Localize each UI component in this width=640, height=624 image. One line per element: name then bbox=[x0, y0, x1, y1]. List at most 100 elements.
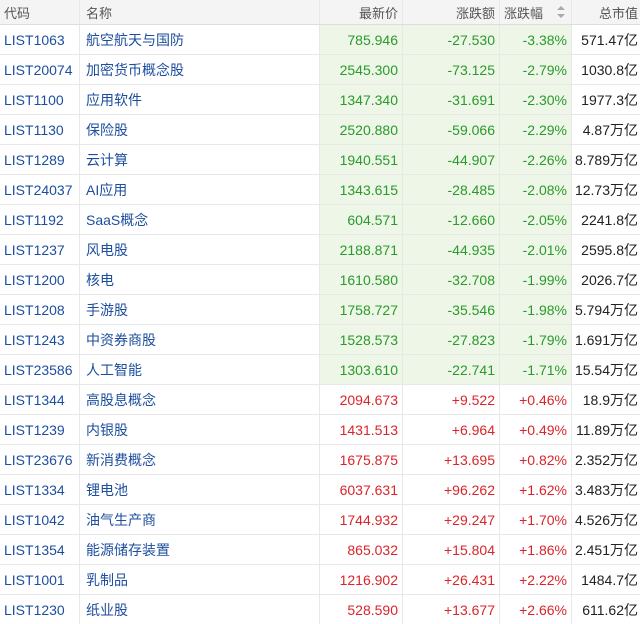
cell-cap: 571.47亿 bbox=[581, 31, 638, 48]
cell-change: +6.964 bbox=[403, 415, 500, 444]
table-row[interactable]: LIST1208 手游股 1758.727 -35.546 -1.98% 5.794万亿 bbox=[0, 295, 640, 325]
table-row[interactable]: LIST1354 能源储存装置 865.032 +15.804 +1.86% 2.451万… bbox=[0, 535, 640, 565]
cell-price: 1528.573 bbox=[320, 325, 403, 354]
table-row[interactable]: LIST23586 人工智能 1303.610 -22.741 -1.71% 15.54万… bbox=[0, 355, 640, 385]
cell-name[interactable]: 能源储存装置 bbox=[80, 535, 320, 564]
cell-name[interactable]: 内银股 bbox=[80, 415, 320, 444]
cell-pct: -2.30% bbox=[500, 85, 572, 114]
cell-change: -28.485 bbox=[403, 175, 500, 204]
cell-cap: 2026.7亿 bbox=[581, 271, 638, 288]
cell-code[interactable]: LIST1200 bbox=[0, 265, 80, 294]
cell-code[interactable]: LIST1230 bbox=[0, 595, 80, 624]
cell-cap: 15.54万亿 bbox=[574, 361, 638, 378]
table-row[interactable]: LIST1042 油气生产商 1744.932 +29.247 +1.70% 4.526万… bbox=[0, 505, 640, 535]
cell-price: 2094.673 bbox=[320, 385, 403, 414]
cell-code[interactable]: LIST1100 bbox=[0, 85, 80, 114]
cell-name[interactable]: 油气生产商 bbox=[80, 505, 320, 534]
table-row[interactable]: LIST1237 风电股 2188.871 -44.935 -2.01% 2595.8亿 bbox=[0, 235, 640, 265]
cell-pct: -2.01% bbox=[500, 235, 572, 264]
cell-pct: -2.08% bbox=[500, 175, 572, 204]
table-row[interactable]: LIST1063 航空航天与国防 785.946 -27.530 -3.38% 571.4… bbox=[0, 25, 640, 55]
cell-code[interactable]: LIST23586 bbox=[0, 355, 80, 384]
cell-change: -44.935 bbox=[403, 235, 500, 264]
cell-name[interactable]: 纸业股 bbox=[80, 595, 320, 624]
header-price[interactable]: 最新价 bbox=[320, 0, 403, 24]
cell-price: 785.946 bbox=[320, 25, 403, 54]
cell-price: 2545.300 bbox=[320, 55, 403, 84]
cell-change: -27.530 bbox=[403, 25, 500, 54]
cell-change: -31.691 bbox=[403, 85, 500, 114]
header-code[interactable]: 代码 bbox=[0, 0, 80, 24]
cell-name[interactable]: 高股息概念 bbox=[80, 385, 320, 414]
cell-code[interactable]: LIST1243 bbox=[0, 325, 80, 354]
cell-name[interactable]: 中资券商股 bbox=[80, 325, 320, 354]
table-header: 代码 名称 最新价 涨跌额 涨跌幅 总市值 bbox=[0, 0, 640, 25]
table-row[interactable]: LIST1334 锂电池 6037.631 +96.262 +1.62% 3.483万亿 bbox=[0, 475, 640, 505]
cell-name[interactable]: AI应用 bbox=[80, 175, 320, 204]
cell-name[interactable]: 保险股 bbox=[80, 115, 320, 144]
cell-cap: 611.62亿 bbox=[582, 601, 638, 618]
table-row[interactable]: LIST24037 AI应用 1343.615 -28.485 -2.08% 12.73万… bbox=[0, 175, 640, 205]
cell-code[interactable]: LIST1063 bbox=[0, 25, 80, 54]
cell-name[interactable]: 云计算 bbox=[80, 145, 320, 174]
cell-cap: 3.483万亿 bbox=[574, 481, 638, 498]
cell-price: 6037.631 bbox=[320, 475, 403, 504]
cell-name[interactable]: 风电股 bbox=[80, 235, 320, 264]
table-row[interactable]: LIST1192 SaaS概念 604.571 -12.660 -2.05% 2241.8… bbox=[0, 205, 640, 235]
table-row[interactable]: LIST1100 应用软件 1347.340 -31.691 -2.30% 1977.3亿 bbox=[0, 85, 640, 115]
cell-name[interactable]: 新消费概念 bbox=[80, 445, 320, 474]
cell-cap: 8.789万亿 bbox=[574, 151, 638, 168]
table-row[interactable]: LIST1289 云计算 1940.551 -44.907 -2.26% 8.789万亿 bbox=[0, 145, 640, 175]
table-row[interactable]: LIST1230 纸业股 528.590 +13.677 +2.66% 611.62亿 bbox=[0, 595, 640, 624]
cell-price: 2520.880 bbox=[320, 115, 403, 144]
table-row[interactable]: LIST20074 加密货币概念股 2545.300 -73.125 -2.79% 103… bbox=[0, 55, 640, 85]
table-row[interactable]: LIST1130 保险股 2520.880 -59.066 -2.29% 4.87万亿 bbox=[0, 115, 640, 145]
cell-code[interactable]: LIST1354 bbox=[0, 535, 80, 564]
cell-code[interactable]: LIST1042 bbox=[0, 505, 80, 534]
table-row[interactable]: LIST1001 乳制品 1216.902 +26.431 +2.22% 1484.7亿 bbox=[0, 565, 640, 595]
cell-code[interactable]: LIST1334 bbox=[0, 475, 80, 504]
cell-price: 1347.340 bbox=[320, 85, 403, 114]
cell-code[interactable]: LIST24037 bbox=[0, 175, 80, 204]
cell-pct: -2.79% bbox=[500, 55, 572, 84]
cell-name[interactable]: 乳制品 bbox=[80, 565, 320, 594]
cell-price: 604.571 bbox=[320, 205, 403, 234]
cell-code[interactable]: LIST1208 bbox=[0, 295, 80, 324]
cell-code[interactable]: LIST1192 bbox=[0, 205, 80, 234]
cell-name[interactable]: 加密货币概念股 bbox=[80, 55, 320, 84]
cell-name[interactable]: 应用软件 bbox=[80, 85, 320, 114]
cell-name[interactable]: 锂电池 bbox=[80, 475, 320, 504]
table-row[interactable]: LIST23676 新消费概念 1675.875 +13.695 +0.82% 2.352… bbox=[0, 445, 640, 475]
cell-name[interactable]: 核电 bbox=[80, 265, 320, 294]
cell-pct: -1.79% bbox=[500, 325, 572, 354]
header-cap[interactable]: 总市值 bbox=[572, 0, 640, 24]
table-row[interactable]: LIST1243 中资券商股 1528.573 -27.823 -1.79% 1.691万… bbox=[0, 325, 640, 355]
cell-price: 1216.902 bbox=[320, 565, 403, 594]
cell-name[interactable]: SaaS概念 bbox=[80, 205, 320, 234]
cell-name[interactable]: 手游股 bbox=[80, 295, 320, 324]
cell-price: 1744.932 bbox=[320, 505, 403, 534]
cell-cap: 5.794万亿 bbox=[574, 301, 638, 318]
header-change[interactable]: 涨跌额 bbox=[403, 0, 500, 24]
table-row[interactable]: LIST1239 内银股 1431.513 +6.964 +0.49% 11.89万亿 bbox=[0, 415, 640, 445]
cell-code[interactable]: LIST20074 bbox=[0, 55, 80, 84]
cell-change: +96.262 bbox=[403, 475, 500, 504]
table-row[interactable]: LIST1344 高股息概念 2094.673 +9.522 +0.46% 18.9万亿 bbox=[0, 385, 640, 415]
cell-price: 1431.513 bbox=[320, 415, 403, 444]
cell-code[interactable]: LIST1239 bbox=[0, 415, 80, 444]
cell-code[interactable]: LIST23676 bbox=[0, 445, 80, 474]
sort-icon[interactable] bbox=[557, 6, 565, 18]
cell-code[interactable]: LIST1289 bbox=[0, 145, 80, 174]
cell-change: -73.125 bbox=[403, 55, 500, 84]
cell-name[interactable]: 人工智能 bbox=[80, 355, 320, 384]
cell-code[interactable]: LIST1237 bbox=[0, 235, 80, 264]
cell-cap: 1484.7亿 bbox=[581, 571, 638, 588]
header-pct[interactable]: 涨跌幅 bbox=[500, 0, 572, 24]
cell-name[interactable]: 航空航天与国防 bbox=[80, 25, 320, 54]
table-row[interactable]: LIST1200 核电 1610.580 -32.708 -1.99% 2026.7亿 bbox=[0, 265, 640, 295]
header-name[interactable]: 名称 bbox=[80, 0, 320, 24]
cell-code[interactable]: LIST1001 bbox=[0, 565, 80, 594]
cell-pct: +1.62% bbox=[500, 475, 572, 504]
cell-code[interactable]: LIST1344 bbox=[0, 385, 80, 414]
cell-code[interactable]: LIST1130 bbox=[0, 115, 80, 144]
